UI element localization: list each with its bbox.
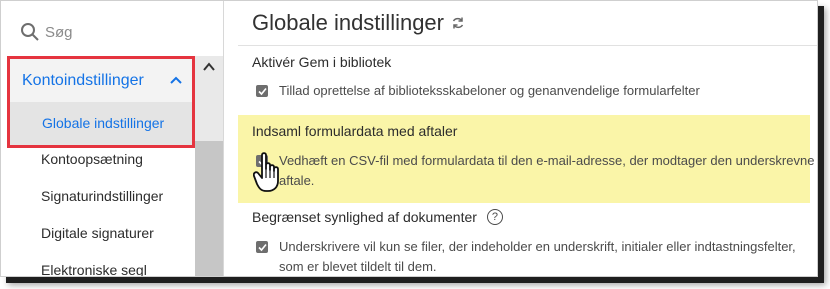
setting-row-library-templates: Tillad oprettelse af biblioteksskabelone… (256, 81, 700, 101)
setting-row-limited-visibility: Underskrivere vil kun se filer, der inde… (256, 237, 816, 276)
sidebar: Søg Kontoindstillinger Globale indstilli… (1, 1, 224, 276)
search-placeholder: Søg (45, 23, 73, 41)
setting-row-attach-csv: Vedhæft en CSV-fil med formulardata til … (256, 151, 816, 191)
sidebar-group-label: Kontoindstillinger (22, 72, 144, 89)
setting-label: Underskrivere vil kun se filer, der inde… (279, 237, 796, 276)
sidebar-item-account-setup[interactable]: Kontoopsætning (41, 151, 143, 167)
main-panel: Globale indstillinger Aktivér Gem i bibl… (224, 1, 817, 276)
sidebar-scroll-thumb[interactable] (195, 141, 223, 276)
sidebar-item-signature-settings[interactable]: Signaturindstillinger (41, 188, 163, 204)
setting-label: Tillad oprettelse af biblioteksskabelone… (279, 83, 700, 98)
sidebar-item-global-settings[interactable]: Globale indstillinger (10, 102, 192, 145)
help-icon[interactable]: ? (486, 209, 503, 225)
settings-window: Søg Kontoindstillinger Globale indstilli… (0, 0, 818, 277)
title-divider (238, 45, 817, 46)
search-icon (21, 23, 39, 41)
checkbox-checked-icon[interactable] (256, 241, 268, 253)
section-heading-text: Begrænset synlighed af dokumenter (252, 209, 477, 225)
scroll-up-chevron-icon[interactable] (201, 59, 217, 75)
sidebar-group-account-settings[interactable]: Kontoindstillinger Globale indstillinger (7, 56, 195, 148)
hand-cursor-icon (253, 152, 279, 192)
section-heading-save-library: Aktivér Gem i bibliotek (252, 54, 392, 70)
section-heading-limited-visibility: Begrænset synlighed af dokumenter ? (252, 209, 503, 225)
setting-label-line1: Underskrivere vil kun se filer, der inde… (279, 239, 796, 254)
checkbox-checked-icon[interactable] (256, 85, 268, 97)
setting-label-line2: som er blevet tildelt til dem. (279, 259, 437, 274)
page-title-text: Globale indstillinger (252, 10, 444, 35)
sidebar-item-label: Globale indstillinger (42, 115, 165, 131)
search-input[interactable]: Søg (9, 9, 221, 55)
setting-label-line1: Vedhæft en CSV-fil med formulardata til … (279, 153, 815, 168)
sidebar-item-electronic-seals[interactable]: Elektroniske segl (41, 262, 147, 276)
chevron-up-icon[interactable] (170, 75, 182, 85)
setting-label: Vedhæft en CSV-fil med formulardata til … (279, 151, 814, 191)
sidebar-item-digital-signatures[interactable]: Digitale signaturer (41, 225, 154, 241)
page-title: Globale indstillinger (252, 10, 465, 36)
refresh-icon[interactable] (451, 16, 465, 30)
section-heading-collect-form-data: Indsaml formulardata med aftaler (252, 123, 458, 139)
